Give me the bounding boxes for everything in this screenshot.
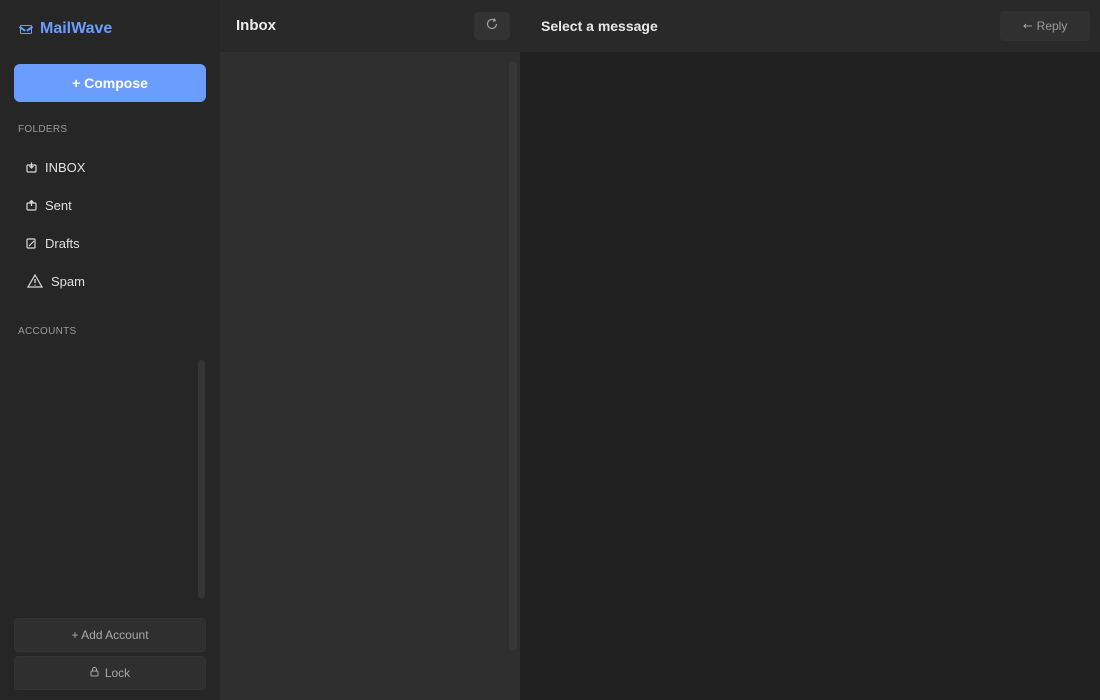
add-account-button[interactable]: + Add Account bbox=[14, 618, 206, 652]
envelope-icon bbox=[20, 25, 32, 34]
outbox-icon bbox=[26, 199, 37, 211]
accounts-scrollbar[interactable] bbox=[198, 360, 205, 598]
compose-button[interactable]: + Compose bbox=[14, 64, 206, 102]
lock-label: Lock bbox=[104, 666, 131, 680]
reply-button[interactable]: Reply bbox=[1000, 11, 1090, 41]
app-name: MailWave bbox=[40, 20, 113, 37]
folder-label: INBOX bbox=[45, 159, 86, 175]
folder-label: Spam bbox=[51, 273, 85, 289]
accounts-heading: ACCOUNTS bbox=[18, 326, 77, 337]
sidebar: MailWave + Compose FOLDERS INBOX Sent Dr… bbox=[0, 0, 220, 700]
refresh-button[interactable] bbox=[474, 12, 510, 40]
reader-header: Select a message Reply bbox=[520, 0, 1100, 52]
message-list-header: Inbox bbox=[220, 0, 520, 52]
folder-label: Sent bbox=[45, 197, 72, 213]
reply-label: Reply bbox=[1036, 19, 1068, 33]
folder-item-spam[interactable]: Spam bbox=[18, 266, 206, 296]
reply-arrow-icon bbox=[1022, 19, 1033, 33]
inbox-icon bbox=[26, 162, 37, 173]
message-list-pane: Inbox bbox=[220, 0, 520, 700]
folder-item-inbox[interactable]: INBOX bbox=[18, 152, 206, 182]
brand: MailWave bbox=[20, 18, 112, 40]
folders-heading: FOLDERS bbox=[18, 124, 68, 135]
message-list-scrollbar[interactable] bbox=[509, 62, 517, 650]
refresh-icon bbox=[485, 17, 499, 36]
lock-icon bbox=[90, 666, 99, 680]
folder-item-sent[interactable]: Sent bbox=[18, 190, 206, 220]
lock-button[interactable]: Lock bbox=[14, 656, 206, 690]
folder-item-drafts[interactable]: Drafts bbox=[18, 228, 206, 258]
folder-title: Inbox bbox=[236, 17, 276, 34]
reader-title: Select a message bbox=[541, 18, 658, 34]
folder-label: Drafts bbox=[45, 235, 80, 251]
draft-icon bbox=[26, 237, 37, 249]
warning-icon bbox=[26, 274, 43, 288]
message-reader: Select a message Reply bbox=[520, 0, 1100, 700]
